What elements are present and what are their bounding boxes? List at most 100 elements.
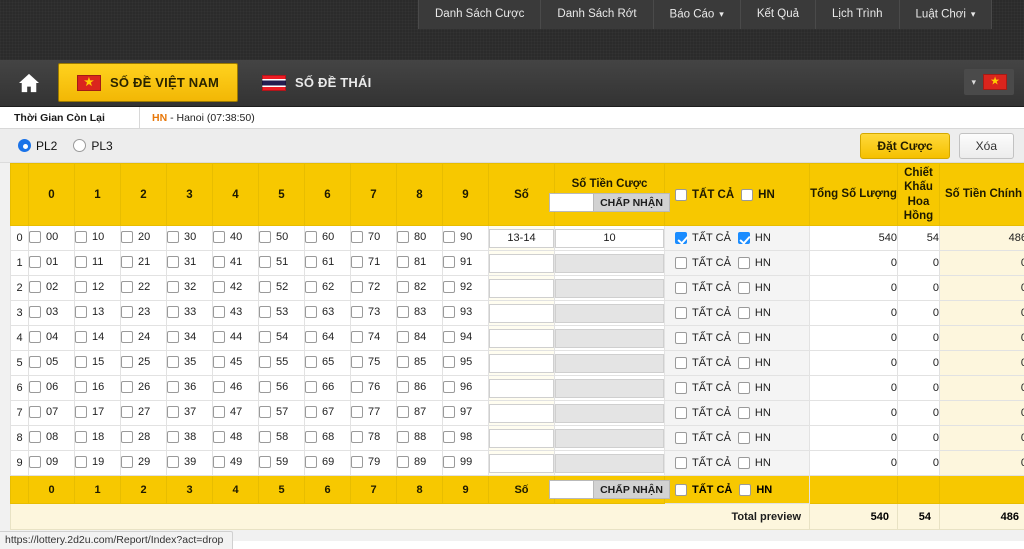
number-checkbox-wrap[interactable]: 15	[75, 355, 104, 368]
number-cell[interactable]: 53	[258, 300, 305, 326]
number-checkbox-wrap[interactable]: 63	[305, 305, 334, 318]
number-cell[interactable]: 82	[396, 275, 443, 301]
row-all-checkbox[interactable]	[675, 332, 687, 344]
number-cell[interactable]: 85	[396, 350, 443, 376]
row-hn-checkbox-wrap[interactable]: HN	[737, 432, 771, 444]
number-cell[interactable]: 96	[442, 375, 489, 401]
number-checkbox[interactable]	[397, 330, 409, 343]
clear-button[interactable]: Xóa	[958, 132, 1014, 159]
number-checkbox-wrap[interactable]: 62	[305, 280, 334, 293]
number-checkbox-wrap[interactable]: 42	[213, 280, 242, 293]
number-checkbox[interactable]	[75, 430, 87, 443]
row-all-checkbox[interactable]	[675, 432, 687, 444]
number-cell[interactable]: 57	[258, 400, 305, 426]
number-checkbox-wrap[interactable]: 85	[397, 355, 426, 368]
number-checkbox[interactable]	[305, 230, 317, 243]
row-all-checkbox[interactable]	[675, 357, 687, 369]
number-cell[interactable]: 92	[442, 275, 489, 301]
number-checkbox-wrap[interactable]: 72	[351, 280, 380, 293]
number-checkbox[interactable]	[167, 280, 179, 293]
number-checkbox[interactable]	[75, 255, 87, 268]
row-hn-checkbox-wrap[interactable]: HN	[737, 332, 771, 344]
number-checkbox-wrap[interactable]: 23	[121, 305, 150, 318]
number-checkbox[interactable]	[351, 380, 363, 393]
bet-amount-cell[interactable]	[554, 450, 665, 476]
number-cell[interactable]: 72	[350, 275, 397, 301]
number-cell[interactable]: 42	[212, 275, 259, 301]
number-cell[interactable]: 95	[442, 350, 489, 376]
number-checkbox-wrap[interactable]: 13	[75, 305, 104, 318]
number-cell[interactable]: 67	[304, 400, 351, 426]
number-checkbox[interactable]	[167, 405, 179, 418]
row-all-checkbox[interactable]	[675, 232, 687, 244]
number-cell[interactable]: 75	[350, 350, 397, 376]
number-checkbox-wrap[interactable]: 94	[443, 330, 472, 343]
number-cell[interactable]: 33	[166, 300, 213, 326]
number-checkbox[interactable]	[443, 430, 455, 443]
number-checkbox-wrap[interactable]: 74	[351, 330, 380, 343]
number-checkbox[interactable]	[29, 430, 41, 443]
number-cell[interactable]: 08	[28, 425, 75, 451]
row-all-checkbox[interactable]	[675, 457, 687, 469]
number-checkbox[interactable]	[397, 355, 409, 368]
row-hn-checkbox-wrap[interactable]: HN	[737, 382, 771, 394]
row-hn-checkbox[interactable]	[737, 232, 750, 244]
number-checkbox-wrap[interactable]: 40	[213, 230, 242, 243]
number-checkbox[interactable]	[213, 455, 225, 468]
radio-option-0[interactable]: PL2	[18, 139, 57, 153]
number-checkbox-wrap[interactable]: 81	[397, 255, 426, 268]
number-checkbox[interactable]	[29, 230, 41, 243]
number-checkbox-wrap[interactable]: 10	[75, 230, 104, 243]
number-cell[interactable]: 70	[350, 225, 397, 251]
so-cell[interactable]	[488, 300, 555, 326]
number-checkbox[interactable]	[305, 305, 317, 318]
number-checkbox-wrap[interactable]: 66	[305, 380, 334, 393]
number-checkbox[interactable]	[121, 455, 133, 468]
row-hn-checkbox-wrap[interactable]: HN	[737, 282, 771, 294]
number-checkbox-wrap[interactable]: 88	[397, 430, 426, 443]
number-cell[interactable]: 02	[28, 275, 75, 301]
number-cell[interactable]: 25	[120, 350, 167, 376]
number-checkbox-wrap[interactable]: 82	[397, 280, 426, 293]
number-checkbox-wrap[interactable]: 01	[29, 255, 58, 268]
number-checkbox-wrap[interactable]: 97	[443, 405, 472, 418]
number-cell[interactable]: 13	[74, 300, 121, 326]
number-cell[interactable]: 14	[74, 325, 121, 351]
so-cell[interactable]	[488, 375, 555, 401]
number-checkbox-wrap[interactable]: 58	[259, 430, 288, 443]
number-cell[interactable]: 87	[396, 400, 443, 426]
row-all-checkbox-wrap[interactable]: TẤT CẢ	[675, 232, 731, 244]
bet-amount-cell[interactable]	[554, 325, 665, 351]
so-cell[interactable]	[488, 350, 555, 376]
number-cell[interactable]: 00	[28, 225, 75, 251]
radio-indicator[interactable]	[73, 139, 87, 152]
number-checkbox[interactable]	[443, 305, 455, 318]
number-checkbox-wrap[interactable]: 65	[305, 355, 334, 368]
number-checkbox-wrap[interactable]: 75	[351, 355, 380, 368]
bet-amount-cell[interactable]	[554, 375, 665, 401]
number-checkbox[interactable]	[259, 255, 271, 268]
number-checkbox-wrap[interactable]: 32	[167, 280, 196, 293]
number-checkbox[interactable]	[259, 430, 271, 443]
number-checkbox-wrap[interactable]: 31	[167, 255, 196, 268]
tab-0[interactable]: ★ SỐ ĐỀ VIỆT NAM	[58, 63, 238, 102]
number-cell[interactable]: 26	[120, 375, 167, 401]
number-cell[interactable]: 78	[350, 425, 397, 451]
topnav-item-3[interactable]: Kết Quả	[739, 0, 816, 29]
number-checkbox-wrap[interactable]: 47	[213, 405, 242, 418]
so-input[interactable]	[489, 403, 554, 423]
number-cell[interactable]: 58	[258, 425, 305, 451]
number-cell[interactable]: 18	[74, 425, 121, 451]
topnav-item-4[interactable]: Lịch Trình	[815, 0, 899, 29]
number-checkbox[interactable]	[213, 430, 225, 443]
footer-all-checkbox[interactable]	[675, 483, 687, 496]
number-checkbox[interactable]	[397, 430, 409, 443]
number-checkbox-wrap[interactable]: 29	[121, 455, 150, 468]
number-checkbox[interactable]	[351, 405, 363, 418]
number-cell[interactable]: 11	[74, 250, 121, 276]
row-all-checkbox-wrap[interactable]: TẤT CẢ	[675, 307, 731, 319]
number-checkbox[interactable]	[75, 380, 87, 393]
number-cell[interactable]: 98	[442, 425, 489, 451]
number-checkbox[interactable]	[351, 430, 363, 443]
number-checkbox[interactable]	[259, 230, 271, 243]
